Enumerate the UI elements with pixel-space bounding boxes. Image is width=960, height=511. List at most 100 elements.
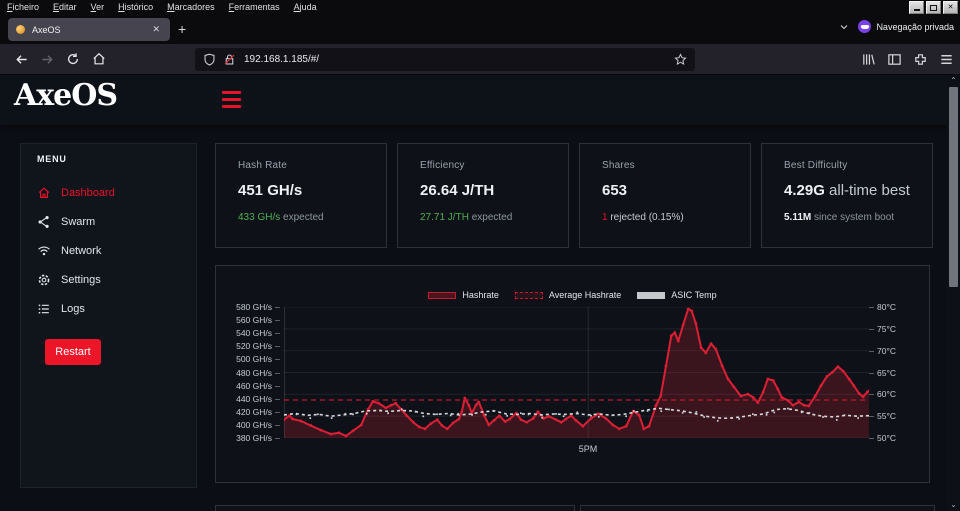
sidebar-item-settings[interactable]: Settings: [21, 265, 196, 294]
gear-icon: [38, 274, 50, 285]
browser-window: Ficheiro Editar Ver Histórico Marcadores Ferr…: [0, 0, 960, 511]
url-text[interactable]: 192.168.1.185/#/: [244, 54, 674, 65]
sidebar-item-network[interactable]: Network: [21, 236, 196, 265]
share-nodes-icon: [38, 215, 49, 228]
legend-label: Average Hashrate: [548, 290, 622, 300]
private-browsing-badge: Navegação privada: [858, 20, 954, 33]
left-tick-label: 520 GH/s: [236, 341, 280, 351]
chart-legend: Hashrate Average Hashrate ASIC Temp: [216, 290, 929, 300]
tab-close-icon[interactable]: ✕: [150, 23, 162, 36]
sidebar-item-dashboard[interactable]: Dashboard: [21, 178, 196, 207]
left-tick-label: 440 GH/s: [236, 394, 280, 404]
hashrate-chart-svg: [284, 307, 869, 438]
axeos-page: AxeOS MENU Dashboard Swarm Network Settings…: [0, 75, 960, 511]
browser-menubar: Ficheiro Editar Ver Histórico Marcadores Ferr…: [0, 0, 960, 14]
scrollbar-thumb[interactable]: [949, 87, 958, 287]
card-value: 653: [602, 182, 628, 199]
sidebar-item-label: Network: [61, 244, 102, 257]
tab-axeos[interactable]: AxeOS ✕: [8, 18, 170, 41]
card-subtext: 433 GH/s expected: [238, 212, 324, 223]
menubar-items: Ficheiro Editar Ver Histórico Marcadores Ferr…: [0, 2, 324, 12]
card-value: 4.29G all-time best: [784, 182, 910, 199]
sidebar: MENU Dashboard Swarm Network Settings Logs R…: [20, 143, 197, 488]
left-tick-label: 480 GH/s: [236, 368, 280, 378]
sidebar-item-label: Logs: [61, 302, 85, 315]
stat-card-shares: Shares 653 1 rejected (0.15%): [579, 143, 751, 248]
right-tick-label: 50°C: [869, 433, 896, 443]
right-tick-label: 55°C: [869, 411, 896, 421]
axeos-logo: AxeOS: [14, 78, 118, 113]
menubar-item-ver[interactable]: Ver: [84, 2, 112, 12]
menubar-item-histórico[interactable]: Histórico: [111, 2, 160, 12]
legend-swatch: [428, 291, 457, 299]
restart-button[interactable]: Restart: [45, 339, 101, 365]
legend-item-asic-temp[interactable]: ASIC Temp: [637, 290, 717, 300]
private-mask-icon: [858, 20, 872, 33]
extensions-icon[interactable]: [913, 52, 928, 67]
bookmark-star-icon[interactable]: [674, 53, 687, 66]
scroll-down-icon[interactable]: ⌄: [947, 499, 960, 511]
insecure-lock-icon[interactable]: [223, 53, 236, 66]
reload-button[interactable]: [60, 47, 86, 71]
right-tick-label: 60°C: [869, 389, 896, 399]
window-controls: ✕: [909, 1, 958, 14]
menubar-item-ajuda[interactable]: Ajuda: [287, 2, 324, 12]
restore-button[interactable]: [926, 1, 941, 14]
right-tick-label: 75°C: [869, 324, 896, 334]
card-value: 26.64 J/TH: [420, 182, 495, 199]
legend-label: ASIC Temp: [671, 290, 717, 300]
library-icon[interactable]: [861, 52, 876, 67]
close-button[interactable]: ✕: [943, 1, 958, 14]
menubar-item-ferramentas[interactable]: Ferramentas: [222, 2, 287, 12]
card-subtext: 5.11M since system boot: [784, 212, 895, 223]
sidebar-item-logs[interactable]: Logs: [21, 294, 196, 323]
legend-swatch: [637, 291, 666, 299]
back-button[interactable]: [8, 47, 34, 71]
app-header: AxeOS: [0, 75, 960, 125]
list-tabs-chevron-icon[interactable]: [838, 21, 850, 33]
card-subtext: 27.71 J/TH expected: [420, 212, 513, 223]
right-tick-label: 80°C: [869, 302, 896, 312]
list-icon: [38, 304, 49, 313]
card-value: 451 GH/s: [238, 182, 303, 199]
x-axis-tick-label: 5PM: [578, 444, 598, 454]
left-tick-label: 540 GH/s: [236, 328, 280, 338]
tab-title: AxeOS: [32, 24, 61, 35]
menubar-item-editar[interactable]: Editar: [46, 2, 84, 12]
url-bar[interactable]: 192.168.1.185/#/: [195, 48, 695, 71]
scroll-up-icon[interactable]: ⌃: [947, 75, 960, 87]
left-tick-label: 560 GH/s: [236, 315, 280, 325]
home-icon: [38, 186, 50, 198]
menubar-item-marcadores[interactable]: Marcadores: [160, 2, 222, 12]
right-tick-label: 65°C: [869, 368, 896, 378]
menubar-item-ficheiro[interactable]: Ficheiro: [0, 2, 46, 12]
card-subtext: 1 rejected (0.15%): [602, 212, 684, 223]
sidebar-toggle-icon[interactable]: [887, 52, 902, 67]
left-tick-label: 580 GH/s: [236, 302, 280, 312]
card-label: Hash Rate: [238, 160, 288, 171]
page-scrollbar[interactable]: ⌃ ⌄: [947, 75, 960, 511]
minimize-button[interactable]: [909, 1, 924, 14]
legend-item-hashrate[interactable]: Hashrate: [428, 290, 499, 300]
app-menu-icon[interactable]: [939, 52, 954, 67]
sidebar-menu-label: MENU: [37, 154, 67, 164]
tracking-shield-icon[interactable]: [203, 53, 216, 66]
sidebar-toggle-hamburger-icon[interactable]: [222, 91, 241, 108]
legend-item-average-hashrate[interactable]: Average Hashrate: [514, 290, 622, 300]
right-tick-label: 70°C: [869, 346, 896, 356]
sidebar-item-swarm[interactable]: Swarm: [21, 207, 196, 236]
left-tick-label: 500 GH/s: [236, 354, 280, 364]
card-label: Efficiency: [420, 160, 465, 171]
new-tab-button[interactable]: +: [178, 22, 186, 36]
stat-card-efficiency: Efficiency 26.64 J/TH 27.71 J/TH expected: [397, 143, 569, 248]
forward-button[interactable]: [34, 47, 60, 71]
stat-cards-row: Hash Rate 451 GH/s 433 GH/s expected Effici…: [215, 143, 933, 248]
sidebar-item-label: Dashboard: [61, 186, 115, 199]
card-label: Shares: [602, 160, 635, 171]
legend-label: Hashrate: [462, 290, 499, 300]
sidebar-item-label: Swarm: [61, 215, 96, 228]
left-tick-label: 400 GH/s: [236, 420, 280, 430]
navigation-toolbar: 192.168.1.185/#/: [0, 44, 960, 75]
wifi-icon: [38, 245, 50, 255]
home-button[interactable]: [86, 47, 112, 71]
